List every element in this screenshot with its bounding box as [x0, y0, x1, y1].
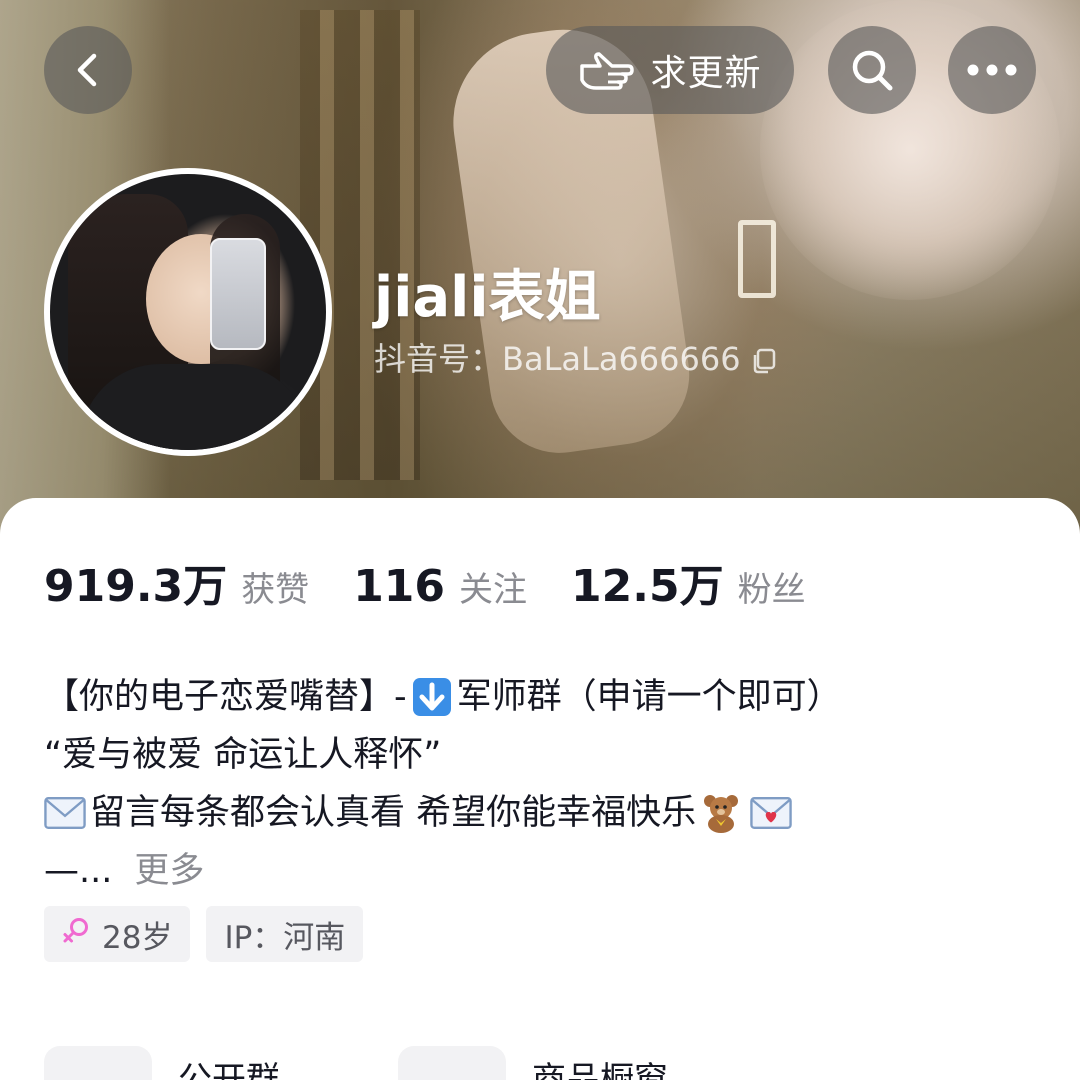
stat-value: 116 — [353, 561, 446, 612]
stat-value: 919.3万 — [44, 561, 228, 612]
profile-info-panel: 919.3万 获赞 116 关注 12.5万 粉丝 【你的电子恋爱嘴替】- ⬇️… — [0, 498, 1080, 1080]
bio-line-2: “爱与被爱 命运让人释怀” — [44, 726, 1044, 784]
bio-text: 留言每条都会认真看 希望你能幸福快乐 — [90, 793, 697, 833]
douyin-id-text: 抖音号：BaLaLa666666 — [374, 340, 741, 378]
shortcut-label: 商品橱窗 — [532, 1060, 668, 1080]
bio-text: —... — [44, 851, 113, 891]
profile-name: jiali表姐 — [374, 265, 601, 330]
bio-text: 【你的电子恋爱嘴替】- — [44, 677, 407, 717]
stat-label: 关注 — [459, 570, 528, 610]
bio-line-1: 【你的电子恋爱嘴替】- ⬇️ 军师群（申请一个即可） — [44, 668, 1044, 726]
request-update-button[interactable]: 求更新 — [546, 26, 794, 114]
female-icon — [62, 916, 90, 952]
stat-value: 12.5万 — [571, 561, 724, 612]
age-text: 28岁 — [102, 919, 173, 956]
stat-label: 获赞 — [241, 570, 310, 610]
avatar-phone — [210, 238, 266, 350]
product-showcase-entry[interactable]: 商品橱窗 — [398, 1046, 752, 1080]
ip-text: IP：河南 — [224, 919, 346, 956]
search-button[interactable] — [828, 26, 916, 114]
bio-line-4: —... 更多 — [44, 842, 1044, 900]
bio-text: 军师群（申请一个即可） — [456, 677, 842, 717]
request-update-label: 求更新 — [650, 53, 762, 94]
down-arrow-icon: ⬇️ — [411, 676, 453, 718]
profile-tags: 28岁 IP：河南 — [44, 906, 364, 962]
avatar-shirt — [80, 364, 310, 450]
shop-window-icon — [398, 1046, 506, 1080]
avatar[interactable] — [44, 168, 332, 456]
pointing-hand-icon — [578, 48, 635, 92]
more-button[interactable] — [948, 26, 1036, 114]
public-group-entry[interactable]: 公开群 — [44, 1046, 398, 1080]
love-letter-icon: 💌 — [750, 792, 792, 834]
shortcut-label: 公开群 — [178, 1060, 280, 1080]
envelope-icon: ✉️ — [44, 792, 86, 834]
bio-text: “爱与被爱 命运让人释怀” — [44, 735, 442, 775]
bio-line-3: ✉️ 留言每条都会认真看 希望你能幸福快乐 🧸 💌 — [44, 784, 1044, 842]
more-dots-icon — [967, 64, 1017, 76]
group-icon — [44, 1046, 152, 1080]
chevron-left-icon — [68, 50, 108, 90]
teddy-bear-icon: 🧸 — [700, 792, 742, 834]
back-button[interactable] — [44, 26, 132, 114]
stat-following[interactable]: 116 关注 — [353, 561, 527, 612]
bio[interactable]: 【你的电子恋爱嘴替】- ⬇️ 军师群（申请一个即可） “爱与被爱 命运让人释怀”… — [44, 668, 1044, 900]
profile-shortcuts: 公开群 商品橱窗 — [44, 1046, 752, 1080]
douyin-id-row[interactable]: 抖音号：BaLaLa666666 — [374, 334, 777, 380]
stat-likes[interactable]: 919.3万 获赞 — [44, 550, 309, 614]
ip-location-tag: IP：河南 — [206, 906, 364, 962]
stats-row: 919.3万 获赞 116 关注 12.5万 粉丝 — [44, 550, 850, 614]
stat-label: 粉丝 — [737, 570, 806, 610]
search-icon — [849, 47, 895, 93]
age-tag: 28岁 — [44, 906, 191, 962]
cover-earring — [738, 220, 776, 298]
stat-followers[interactable]: 12.5万 粉丝 — [571, 550, 806, 614]
bio-more-link[interactable]: 更多 — [134, 842, 204, 900]
cover-window-bars — [320, 10, 415, 480]
copy-icon[interactable] — [751, 344, 777, 374]
